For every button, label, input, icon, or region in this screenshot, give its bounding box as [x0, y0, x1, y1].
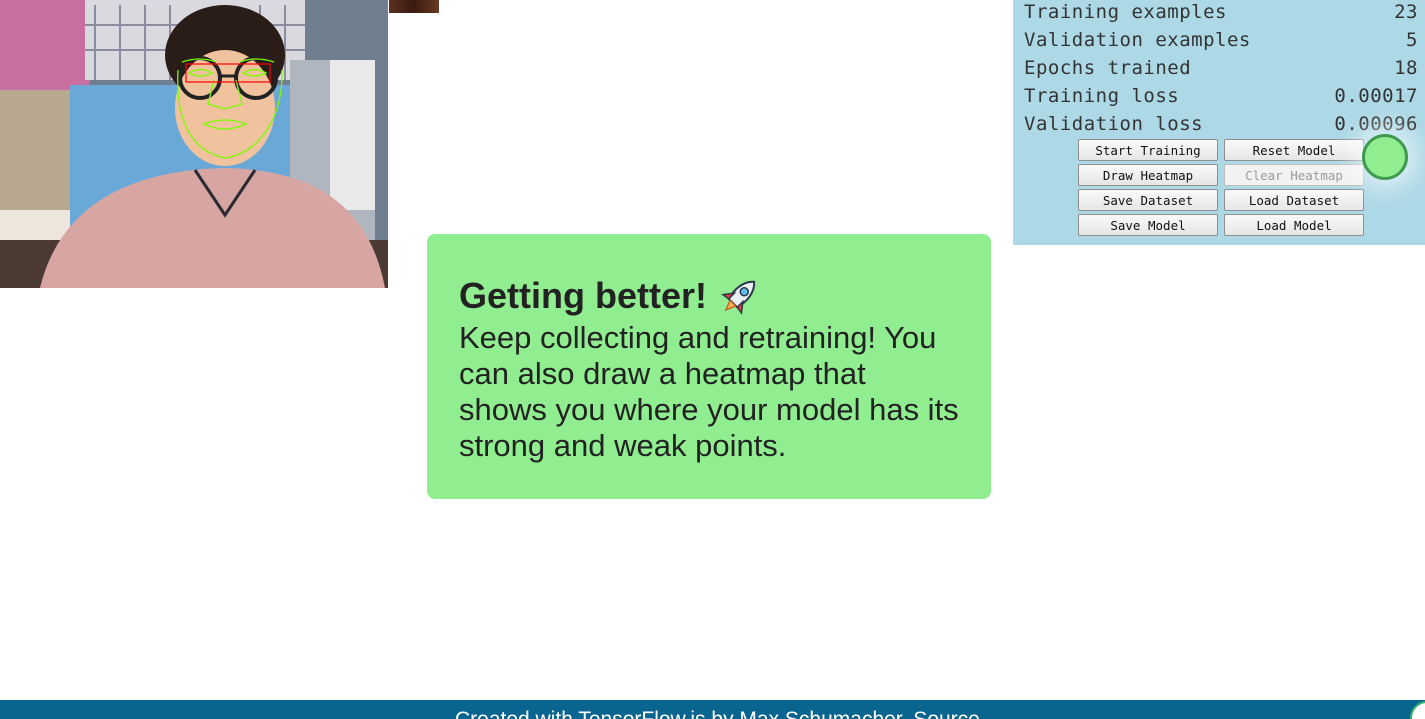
footer-credits[interactable]: Created with TensorFlow.js by Max Schuma…	[455, 708, 980, 719]
load-dataset-button[interactable]: Load Dataset	[1224, 189, 1364, 211]
stat-value: 5	[1406, 29, 1418, 51]
stat-value: 0.00096	[1334, 113, 1418, 135]
stat-label: Epochs trained	[1024, 57, 1192, 79]
stat-label: Validation loss	[1024, 113, 1204, 135]
reset-model-button[interactable]: Reset Model	[1224, 139, 1364, 161]
stat-validation-loss: Validation loss 0.00096	[1024, 110, 1418, 138]
eyes-preview-canvas	[389, 0, 439, 13]
stat-training-loss: Training loss 0.00017	[1024, 82, 1418, 110]
card-title: Getting better!	[459, 272, 959, 320]
stat-value: 18	[1394, 57, 1418, 79]
save-model-button[interactable]: Save Model	[1078, 214, 1218, 236]
stat-label: Training loss	[1024, 85, 1180, 107]
rocket-icon	[721, 280, 756, 315]
clear-heatmap-button[interactable]: Clear Heatmap	[1224, 164, 1364, 186]
webcam-video	[0, 0, 388, 288]
start-training-button[interactable]: Start Training	[1078, 139, 1218, 161]
save-dataset-button[interactable]: Save Dataset	[1078, 189, 1218, 211]
stat-validation-examples: Validation examples 5	[1024, 26, 1418, 54]
draw-heatmap-button[interactable]: Draw Heatmap	[1078, 164, 1218, 186]
webcam-scene	[0, 0, 388, 288]
message-card: Getting better! Keep collecting and retr…	[427, 234, 991, 499]
github-corner-icon[interactable]	[1410, 701, 1425, 719]
gaze-target-dot	[1362, 134, 1408, 180]
stat-value: 0.00017	[1334, 85, 1418, 107]
stat-label: Validation examples	[1024, 29, 1251, 51]
training-info-panel: Training examples 23 Validation examples…	[1013, 0, 1425, 245]
load-model-button[interactable]: Load Model	[1224, 214, 1364, 236]
footer: Created with TensorFlow.js by Max Schuma…	[0, 700, 1425, 719]
stat-label: Training examples	[1024, 1, 1227, 23]
stat-value: 23	[1394, 1, 1418, 23]
card-title-text: Getting better!	[459, 275, 707, 316]
stat-epochs-trained: Epochs trained 18	[1024, 54, 1418, 82]
stat-training-examples: Training examples 23	[1024, 0, 1418, 26]
card-body-text: Keep collecting and retraining! You can …	[459, 320, 959, 463]
